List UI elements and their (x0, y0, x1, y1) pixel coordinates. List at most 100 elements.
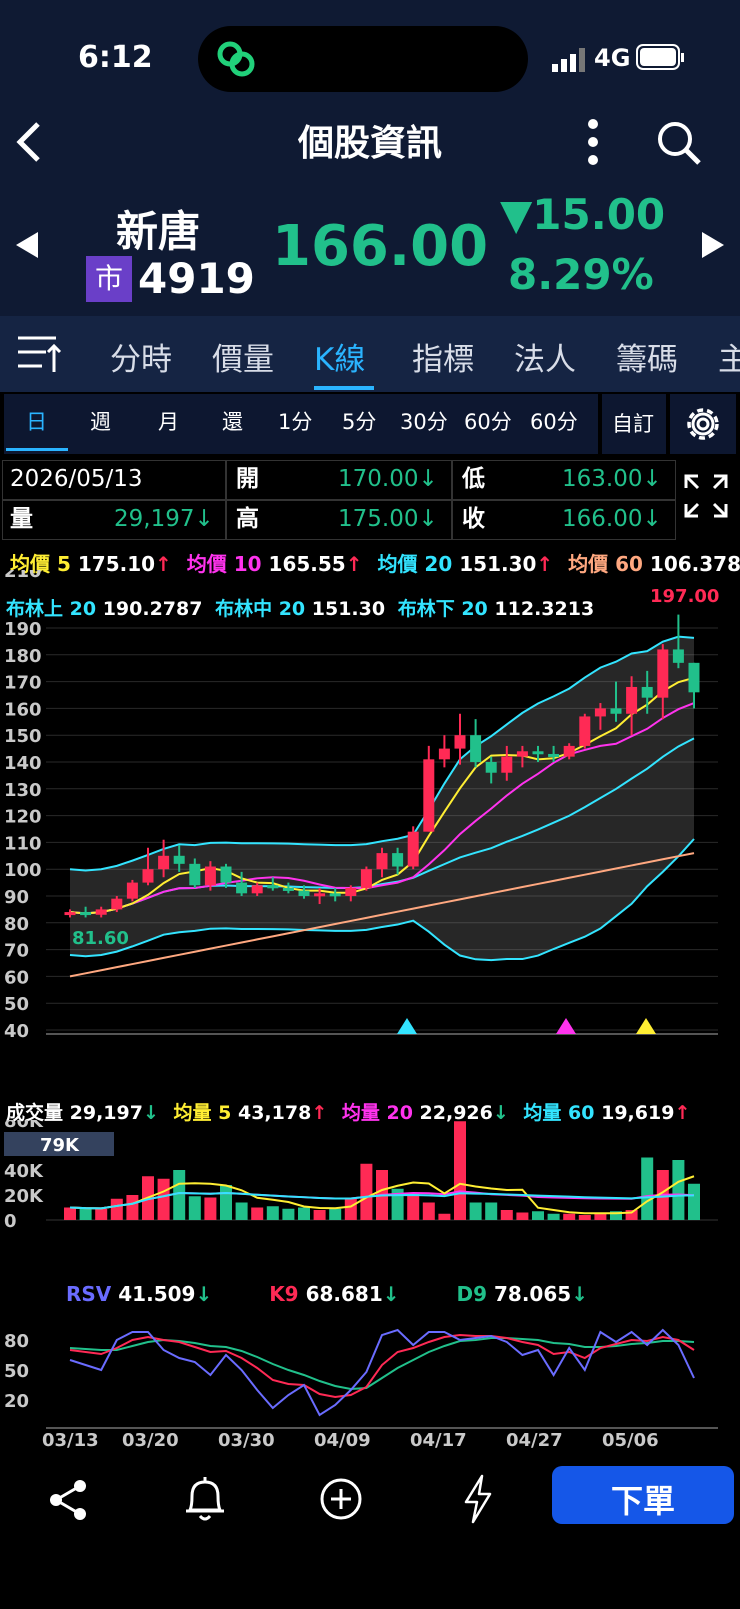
volume-bar (79, 1208, 92, 1220)
volume-bar (516, 1212, 529, 1220)
volume-bar (220, 1185, 232, 1220)
x-date-tick: 04/09 (314, 1430, 371, 1450)
volume-bar (422, 1202, 435, 1220)
candle-body (610, 708, 622, 714)
low-label: 低 (462, 466, 485, 492)
candle-body (688, 662, 700, 693)
k-arrow: ↓ (382, 1282, 400, 1306)
volume-bar (438, 1213, 451, 1220)
menu-sort-icon[interactable] (16, 332, 62, 374)
share-icon[interactable] (46, 1478, 90, 1522)
volume-bar (110, 1198, 123, 1220)
kd-y-tick: 20 (4, 1391, 29, 1412)
d-line (69, 1337, 695, 1391)
candle-body (251, 885, 263, 894)
signal-icon (552, 48, 585, 72)
volume-bar (251, 1207, 264, 1220)
add-icon[interactable] (318, 1476, 364, 1522)
period-60min-2[interactable]: 60分 (530, 406, 578, 436)
bell-icon[interactable] (182, 1474, 228, 1524)
candle-body (220, 866, 232, 883)
price-y-tick: 210 (4, 570, 42, 582)
candle-body (407, 831, 419, 867)
volume-bar (454, 1121, 466, 1220)
candle-body (548, 753, 560, 757)
period-30min[interactable]: 30分 (400, 406, 448, 436)
tab-tick[interactable]: 分時 (110, 334, 172, 379)
x-date-tick: 03/20 (122, 1430, 179, 1450)
candle-body (392, 853, 404, 867)
search-icon[interactable] (656, 120, 702, 166)
next-stock-icon[interactable] (700, 230, 726, 260)
volume-bar (64, 1207, 76, 1220)
tab-price-volume[interactable]: 價量 (212, 334, 274, 379)
candle-body (672, 649, 684, 663)
period-1min[interactable]: 1分 (278, 406, 312, 436)
candle-body (501, 756, 513, 773)
volume-y-tick: 40K (4, 1161, 44, 1182)
tab-indicators[interactable]: 指標 (412, 334, 474, 379)
price-y-tick: 120 (4, 807, 42, 828)
tab-chips[interactable]: 籌碼 (616, 334, 678, 379)
candle-body (454, 735, 466, 749)
period-5min[interactable]: 5分 (342, 406, 376, 436)
more-icon[interactable] (586, 118, 600, 166)
period-day[interactable]: 日 (26, 406, 47, 436)
k-line (69, 1333, 695, 1399)
bottom-bar: 下單 (0, 1462, 740, 1538)
price-chart[interactable]: 40 50 60 70 80 90 100 110 120 130 140 150 160 170 180 1… (0, 570, 740, 1070)
price-y-tick: 130 (4, 780, 42, 801)
volume-bar (173, 1170, 186, 1220)
battery-icon (636, 44, 684, 70)
candle-body (485, 762, 497, 773)
candle-body (189, 863, 201, 886)
tab-kline[interactable]: K線 (314, 334, 365, 379)
kd-chart[interactable]: 20 50 80 03/13 03/20 03/30 04/09 04/17 04/27 05/0… (0, 1310, 740, 1450)
candle-body (470, 735, 482, 762)
volume-chart[interactable]: 0 20K 40K 80K 79K (0, 1120, 740, 1260)
market-badge: 市 (86, 256, 132, 302)
volume-y-tick: 80K (4, 1120, 44, 1132)
d-value: 78.065 (494, 1282, 572, 1306)
candle-body (298, 890, 310, 896)
period-week[interactable]: 週 (90, 406, 111, 436)
lightning-icon[interactable] (460, 1474, 496, 1524)
volume-bar (126, 1195, 139, 1220)
prev-stock-icon[interactable] (14, 230, 40, 260)
quote-date: 2026/05/13 (10, 466, 143, 492)
tab-main[interactable]: 主 (718, 334, 740, 379)
settings-button[interactable] (670, 394, 736, 454)
volume-bar (329, 1208, 342, 1220)
period-restore[interactable]: 還 (222, 406, 243, 436)
price-y-tick: 180 (4, 646, 42, 667)
active-period-indicator (6, 448, 68, 451)
candle-body (111, 898, 123, 910)
fullscreen-icon[interactable] (684, 474, 728, 518)
d-arrow: ↓ (571, 1282, 588, 1306)
price-y-tick: 190 (4, 619, 42, 640)
price-y-tick: 50 (4, 994, 29, 1015)
volume-bar (547, 1213, 560, 1220)
x-date-tick: 03/13 (42, 1430, 99, 1450)
period-60min[interactable]: 60分 (464, 406, 512, 436)
close-value: 166.00↓ (562, 506, 662, 532)
candle-body (173, 855, 185, 864)
quote-grid: 2026/05/13 開 170.00↓ 低 163.00↓ 量 29,197↓… (0, 460, 676, 540)
custom-button[interactable]: 自訂 (602, 394, 666, 454)
price-y-tick: 170 (4, 673, 42, 694)
open-label: 開 (236, 466, 259, 492)
period-month[interactable]: 月 (158, 406, 179, 436)
candle-body (594, 708, 606, 717)
d-label: D9 (456, 1282, 488, 1306)
order-button[interactable]: 下單 (552, 1466, 734, 1524)
order-button-label: 下單 (610, 1482, 675, 1520)
price-y-tick: 100 (4, 860, 42, 881)
price-change: ▼15.00 (500, 190, 666, 239)
volume-bar (485, 1202, 498, 1220)
low-price-mark: 81.60 (72, 928, 129, 949)
volume-bar (563, 1213, 576, 1220)
volume-bar (298, 1207, 310, 1220)
x-date-tick: 04/17 (410, 1430, 467, 1450)
volume-bar (344, 1197, 357, 1220)
tab-institutional[interactable]: 法人 (514, 334, 576, 379)
